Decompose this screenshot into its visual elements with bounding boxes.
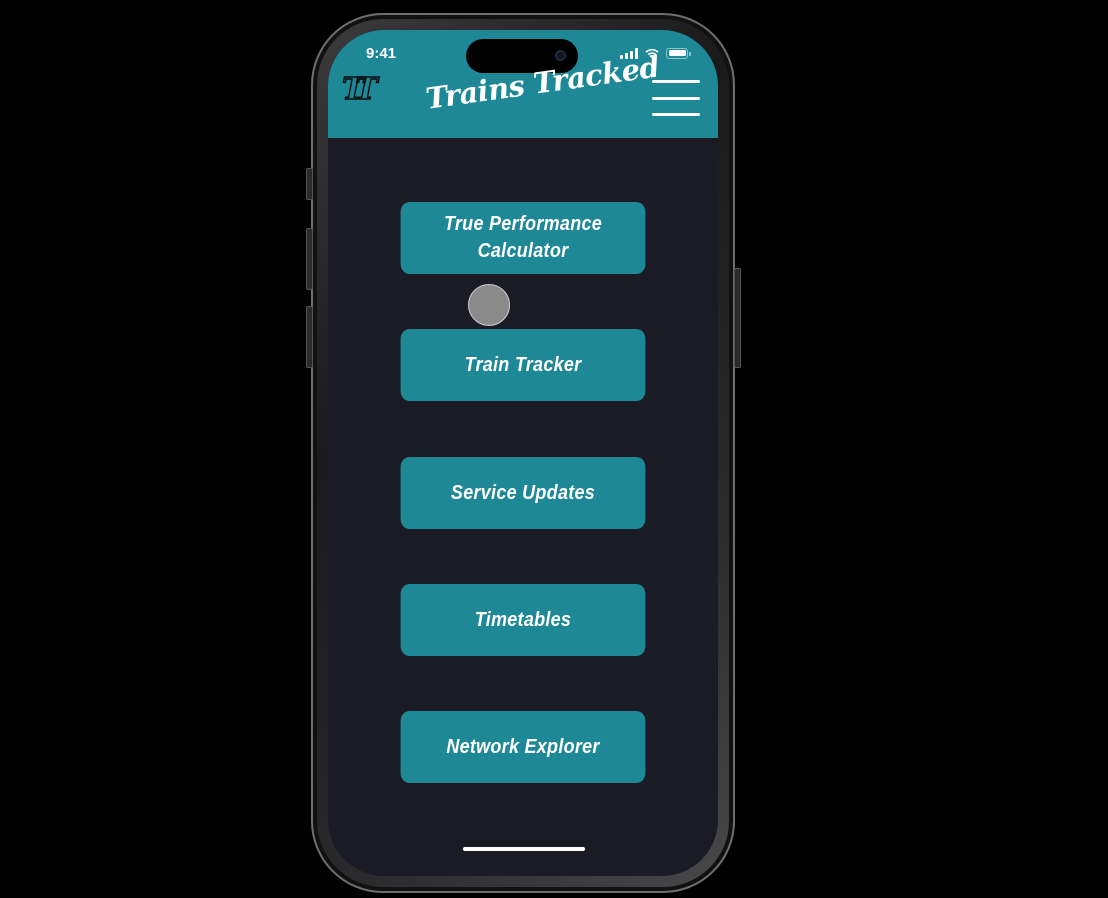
true-performance-calculator-button[interactable]: True Performance Calculator — [400, 202, 646, 274]
power-button — [734, 268, 741, 368]
volume-up-button — [306, 228, 313, 290]
silent-switch — [306, 168, 313, 200]
train-tracker-button[interactable]: Train Tracker — [400, 329, 646, 401]
camera-icon — [555, 50, 566, 61]
app-logo[interactable]: TT — [341, 71, 378, 107]
battery-icon — [666, 47, 691, 59]
app-header: 9:41 TT Trains Tracked — [328, 30, 718, 138]
home-indicator[interactable] — [463, 847, 585, 851]
service-updates-button[interactable]: Service Updates — [400, 457, 646, 529]
app-screen: 9:41 TT Trains Tracked True Performance … — [328, 30, 718, 876]
timetables-button[interactable]: Timetables — [400, 584, 646, 656]
network-explorer-button[interactable]: Network Explorer — [400, 711, 646, 783]
status-time: 9:41 — [366, 45, 397, 62]
touch-indicator — [468, 284, 510, 326]
menu-icon[interactable] — [652, 80, 702, 116]
volume-down-button — [306, 306, 313, 368]
